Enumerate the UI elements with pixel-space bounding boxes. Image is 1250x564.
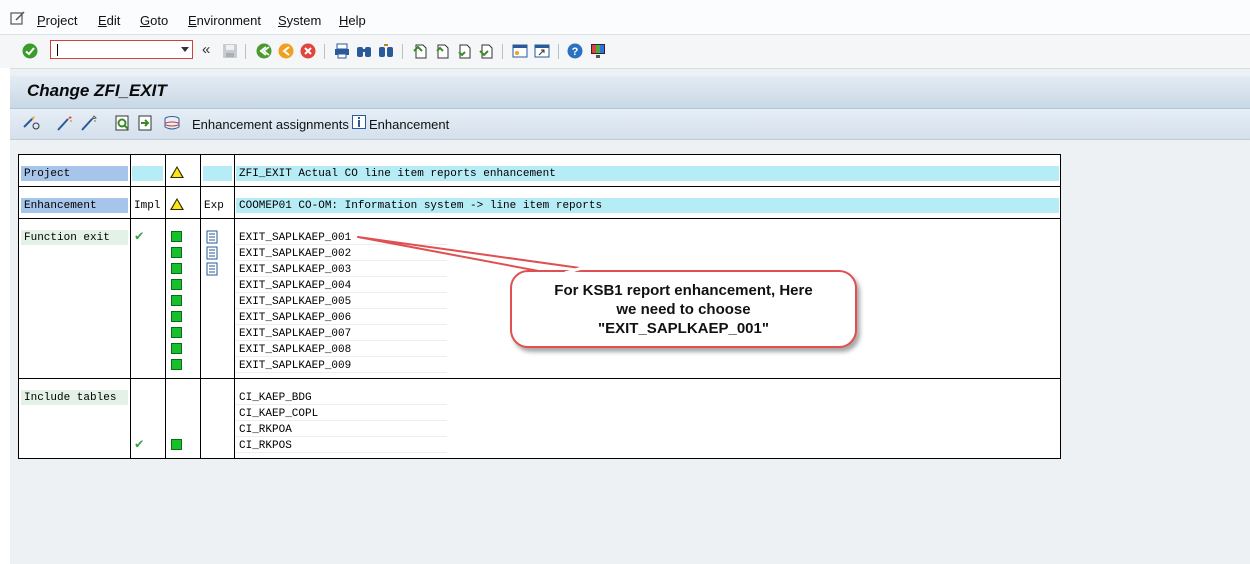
- function-exit-item[interactable]: EXIT_SAPLKAEP_004: [235, 278, 447, 293]
- document-icon[interactable]: [205, 230, 219, 244]
- menu-bar: Project Edit Goto Environment System Hel…: [0, 0, 1250, 35]
- include-table-item[interactable]: CI_KAEP_BDG: [235, 390, 447, 405]
- include-table-item[interactable]: CI_RKPOA: [235, 422, 447, 437]
- function-exit-item[interactable]: EXIT_SAPLKAEP_009: [235, 358, 447, 373]
- status-active-icon: [171, 311, 182, 322]
- page-title: Change ZFI_EXIT: [27, 81, 167, 100]
- row-divider: [19, 218, 1060, 219]
- row-divider: [19, 186, 1060, 187]
- column-divider: [130, 155, 131, 458]
- column-divider: [165, 155, 166, 458]
- application-toolbar: Enhancement assignments Enhancement: [10, 109, 1250, 140]
- include-table-item[interactable]: CI_KAEP_COPL: [235, 406, 447, 421]
- find-next-icon[interactable]: [378, 43, 394, 59]
- next-page-icon[interactable]: [456, 43, 472, 59]
- function-exit-item[interactable]: EXIT_SAPLKAEP_005: [235, 294, 447, 309]
- checkmark-icon: ✔: [135, 437, 144, 453]
- status-active-icon: [171, 327, 182, 338]
- enhancement-description: COOMEP01 CO-OM: Information system -> li…: [236, 198, 1059, 213]
- find-icon[interactable]: [356, 43, 372, 59]
- activate-icon[interactable]: [56, 115, 74, 131]
- project-description: ZFI_EXIT Actual CO line item reports enh…: [236, 166, 1059, 181]
- display-change-icon[interactable]: [22, 115, 40, 131]
- menu-icon[interactable]: [10, 11, 26, 27]
- function-exit-item[interactable]: EXIT_SAPLKAEP_001: [235, 230, 447, 245]
- help-icon[interactable]: ?: [567, 43, 583, 59]
- function-exit-item[interactable]: EXIT_SAPLKAEP_008: [235, 342, 447, 357]
- previous-page-icon[interactable]: [434, 43, 450, 59]
- chevron-down-icon[interactable]: [181, 47, 189, 52]
- goto-object-icon[interactable]: [137, 115, 155, 131]
- impl-header: Impl: [134, 200, 161, 212]
- last-page-icon[interactable]: [478, 43, 494, 59]
- include-table-item[interactable]: CI_RKPOS: [235, 438, 447, 453]
- menu-help[interactable]: Help: [339, 13, 366, 28]
- status-active-icon: [171, 295, 182, 306]
- save-icon[interactable]: [222, 43, 238, 59]
- enhancement-assignments-button[interactable]: Enhancement assignments: [192, 117, 349, 132]
- back-icon[interactable]: [256, 43, 272, 59]
- row-divider: [19, 378, 1060, 379]
- enter-check-icon[interactable]: [22, 43, 38, 59]
- system-toolbar: « ?: [0, 35, 1250, 69]
- toolbar-separator: [502, 44, 503, 59]
- collapse-icon[interactable]: «: [202, 41, 210, 58]
- enhancement-label: Enhancement: [21, 198, 128, 213]
- database-icon[interactable]: [163, 115, 181, 131]
- svg-text:?: ?: [572, 46, 579, 58]
- warning-icon: [170, 166, 184, 178]
- function-exit-item[interactable]: EXIT_SAPLKAEP_006: [235, 310, 447, 325]
- exit-icon[interactable]: [278, 43, 294, 59]
- annotation-callout: For KSB1 report enhancement, Here we nee…: [510, 270, 857, 348]
- status-active-icon: [171, 231, 182, 242]
- toolbar-separator: [402, 44, 403, 59]
- text-cursor: [57, 44, 58, 56]
- callout-text-line: For KSB1 report enhancement, Here: [554, 282, 813, 299]
- callout-text-line: we need to choose: [616, 301, 751, 318]
- function-exit-item[interactable]: EXIT_SAPLKAEP_002: [235, 246, 447, 261]
- checkmark-icon: ✔: [135, 229, 144, 245]
- status-active-icon: [171, 279, 182, 290]
- menu-edit[interactable]: Edit: [98, 13, 120, 28]
- left-margin: [0, 68, 10, 564]
- deactivate-icon[interactable]: [80, 115, 98, 131]
- toolbar-separator: [558, 44, 559, 59]
- document-icon[interactable]: [205, 262, 219, 276]
- cell-highlight: [203, 166, 232, 181]
- document-icon[interactable]: [205, 246, 219, 260]
- include-tables-label: Include tables: [21, 390, 128, 405]
- toolbar-separator: [324, 44, 325, 59]
- menu-goto[interactable]: Goto: [140, 13, 168, 28]
- menu-environment[interactable]: Environment: [188, 13, 261, 28]
- function-exit-item[interactable]: EXIT_SAPLKAEP_003: [235, 262, 447, 277]
- new-session-icon[interactable]: [512, 43, 528, 59]
- callout-text-line: "EXIT_SAPLKAEP_001": [598, 320, 769, 337]
- warning-icon: [170, 198, 184, 210]
- command-field[interactable]: [50, 40, 193, 59]
- column-divider: [200, 155, 201, 458]
- function-exit-label: Function exit: [21, 230, 128, 245]
- project-label: Project: [21, 166, 128, 181]
- menu-project[interactable]: Project: [37, 13, 77, 28]
- function-exit-item[interactable]: EXIT_SAPLKAEP_007: [235, 326, 447, 341]
- info-icon[interactable]: [352, 115, 366, 129]
- status-active-icon: [171, 343, 182, 354]
- status-active-icon: [171, 439, 182, 450]
- cell-highlight: [132, 166, 163, 181]
- exp-header: Exp: [204, 200, 224, 212]
- menu-system[interactable]: System: [278, 13, 321, 28]
- toolbar-separator: [245, 44, 246, 59]
- enhancement-button[interactable]: Enhancement: [369, 117, 449, 132]
- status-active-icon: [171, 247, 182, 258]
- shortcut-icon[interactable]: [534, 43, 550, 59]
- title-bar: Change ZFI_EXIT: [10, 76, 1250, 109]
- status-active-icon: [171, 359, 182, 370]
- status-active-icon: [171, 263, 182, 274]
- layout-icon[interactable]: [590, 43, 606, 59]
- print-icon[interactable]: [334, 43, 350, 59]
- check-object-icon[interactable]: [114, 115, 132, 131]
- cancel-icon[interactable]: [300, 43, 316, 59]
- first-page-icon[interactable]: [412, 43, 428, 59]
